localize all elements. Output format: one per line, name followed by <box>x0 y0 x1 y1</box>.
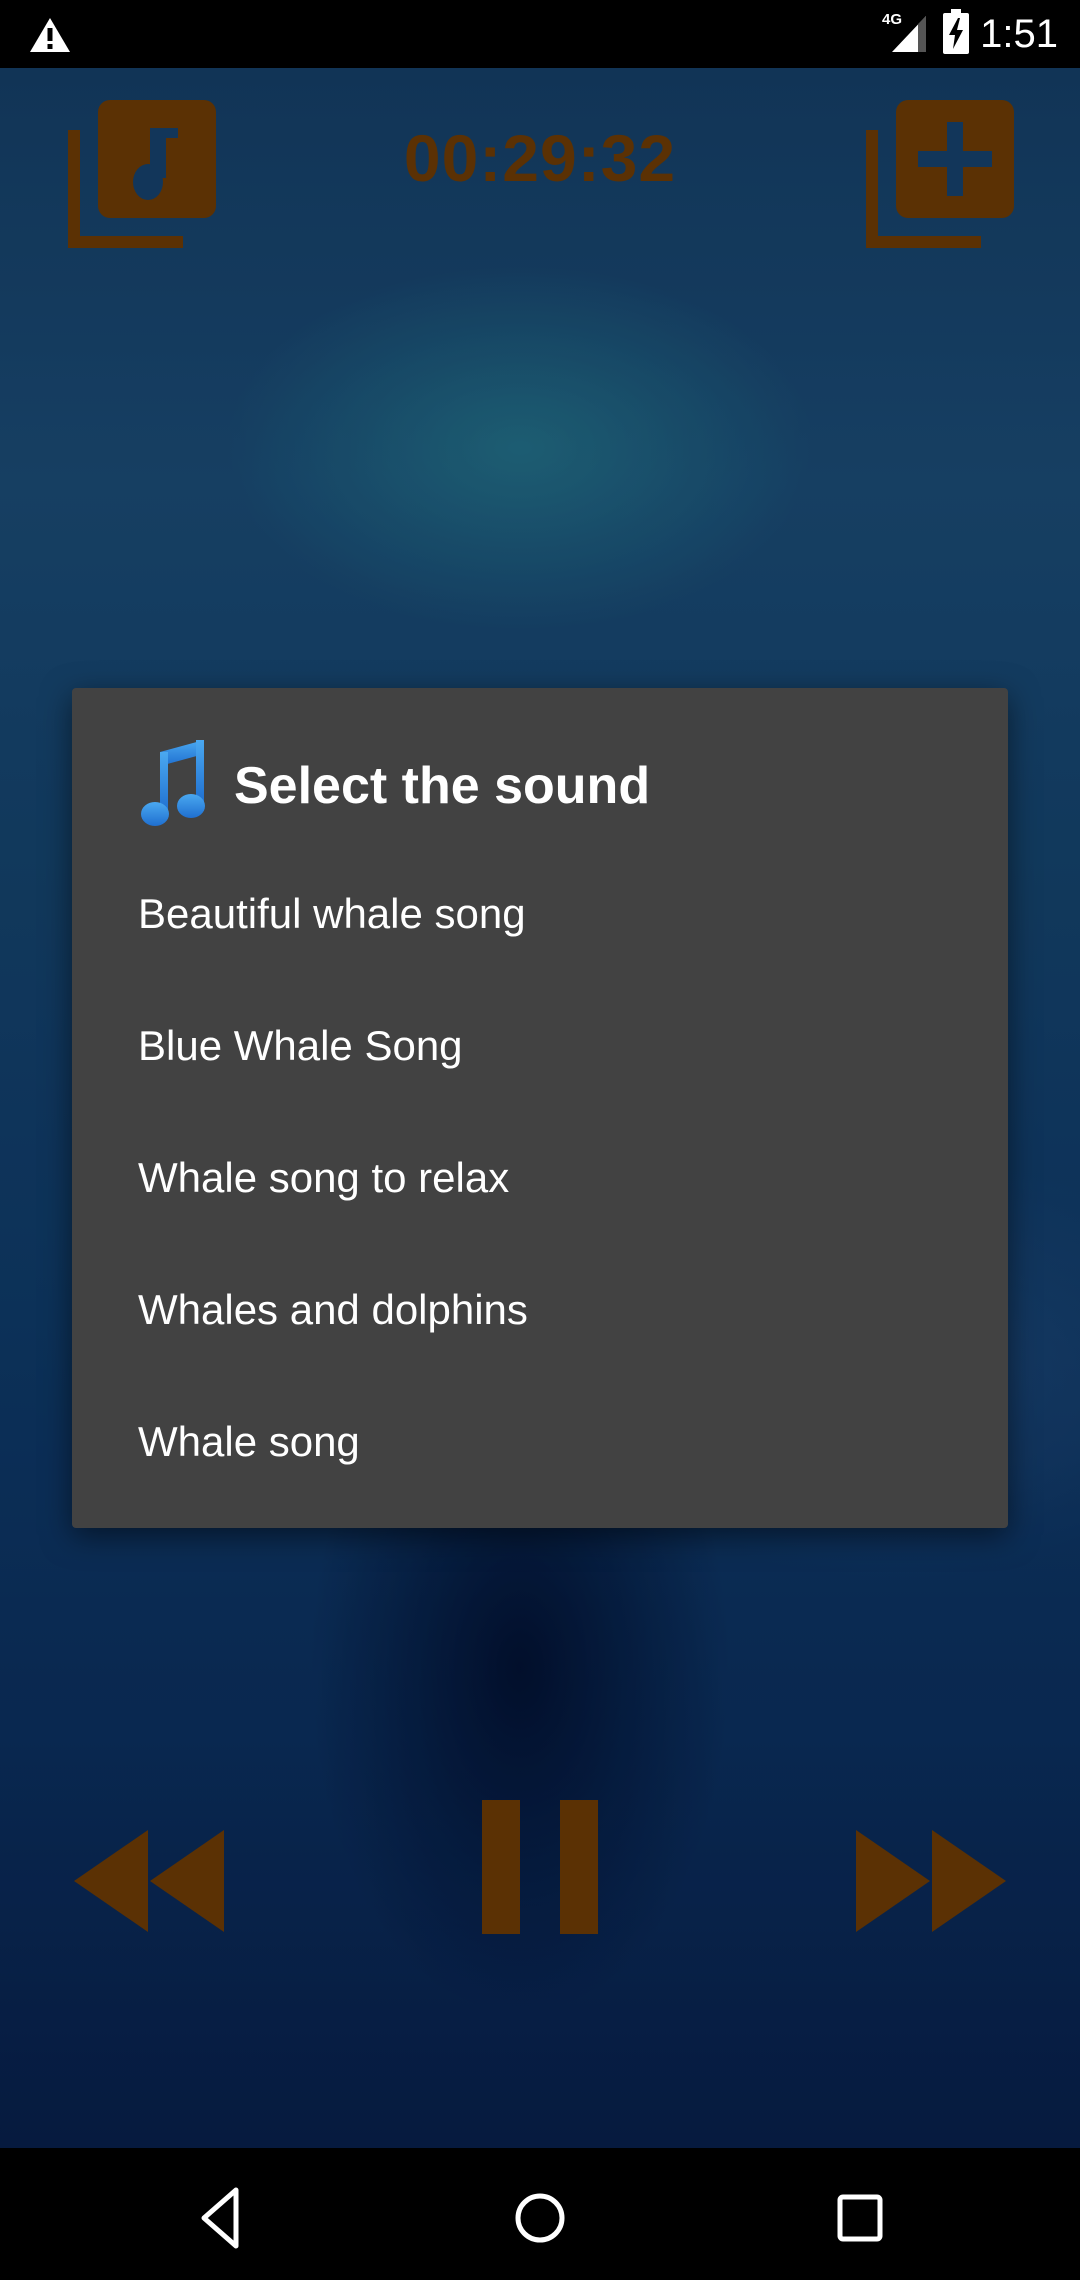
sound-option[interactable]: Whale song to relax <box>72 1112 1008 1244</box>
sound-option[interactable]: Whale song <box>72 1376 1008 1508</box>
select-sound-dialog: Select the sound Beautiful whale song Bl… <box>72 688 1008 1528</box>
dialog-title: Select the sound <box>234 756 651 815</box>
music-note-icon <box>138 738 212 833</box>
back-icon <box>201 2187 239 2249</box>
home-button[interactable] <box>500 2178 580 2258</box>
battery-charging-icon <box>942 8 970 60</box>
home-icon <box>515 2193 565 2243</box>
sound-option[interactable]: Blue Whale Song <box>72 980 1008 1112</box>
recents-icon <box>837 2194 883 2242</box>
status-bar: 4G 1:51 <box>0 0 1080 68</box>
clock: 1:51 <box>980 11 1058 56</box>
dialog-header: Select the sound <box>138 738 650 833</box>
warning-icon <box>28 16 72 59</box>
back-button[interactable] <box>180 2178 260 2258</box>
signal-4g-icon: 4G <box>882 10 932 59</box>
svg-text:4G: 4G <box>882 11 902 28</box>
sound-option[interactable]: Beautiful whale song <box>72 848 1008 980</box>
recents-button[interactable] <box>820 2178 900 2258</box>
sound-option[interactable]: Whales and dolphins <box>72 1244 1008 1376</box>
navigation-bar <box>0 2148 1080 2280</box>
